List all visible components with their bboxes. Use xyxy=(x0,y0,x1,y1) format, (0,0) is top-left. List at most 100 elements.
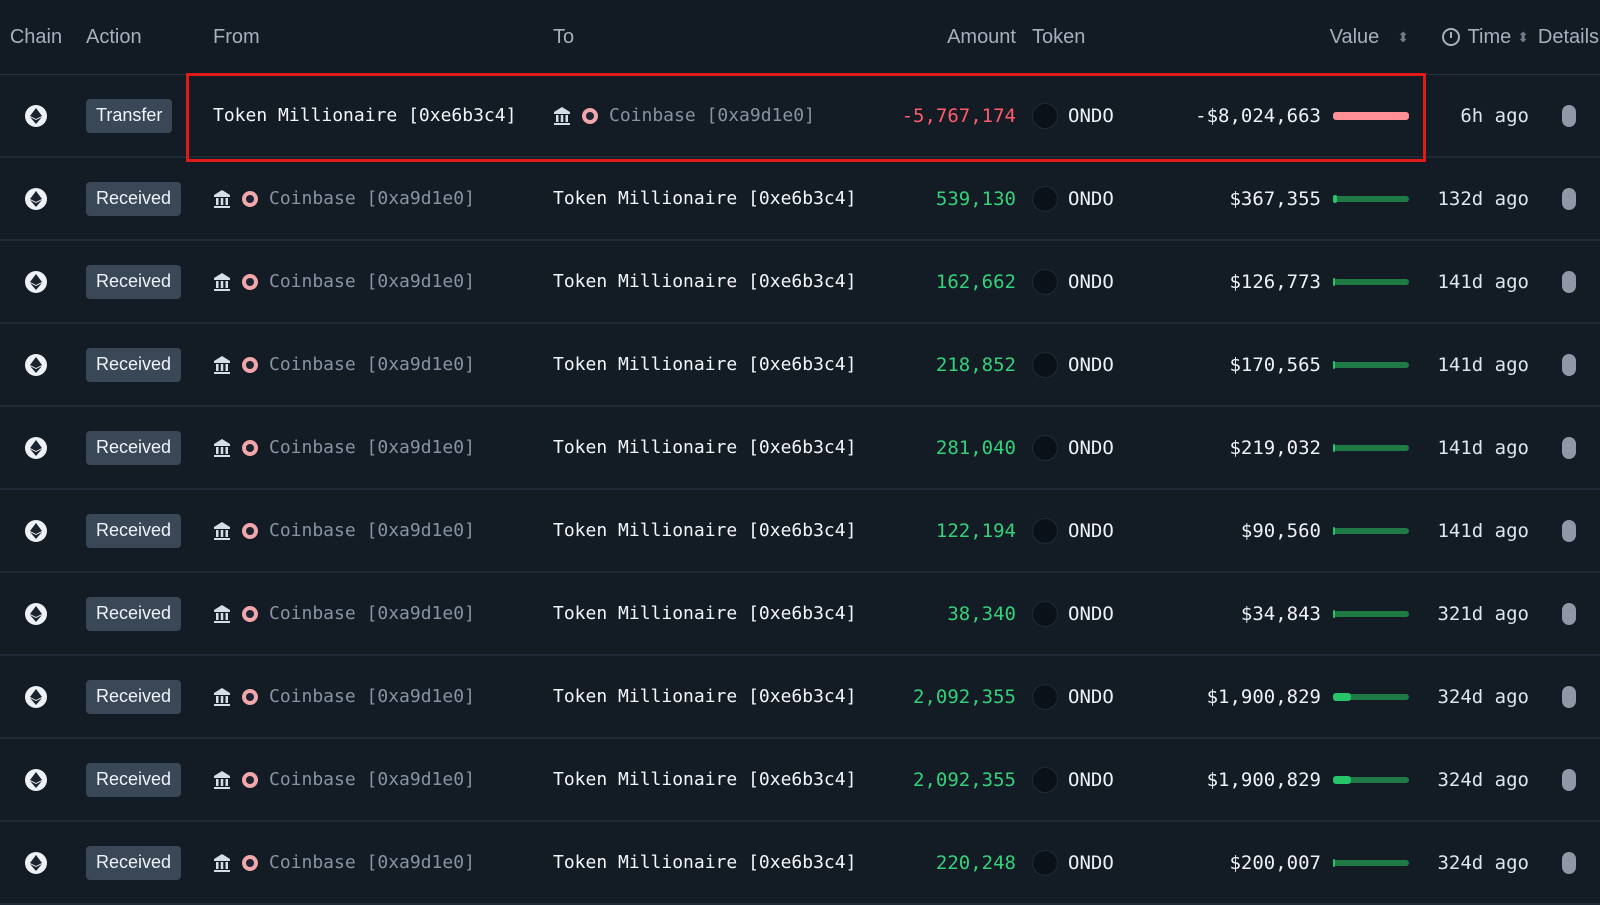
address-label[interactable]: Token Millionaire [0xe6b3c4] xyxy=(553,603,856,624)
details-cell[interactable] xyxy=(1537,187,1600,210)
details-icon[interactable] xyxy=(1561,104,1576,127)
token-cell[interactable]: ONDO xyxy=(1024,683,1189,710)
address-label[interactable]: Coinbase [0xa9d1e0] xyxy=(269,852,475,873)
from-cell[interactable]: Coinbase [0xa9d1e0] xyxy=(197,437,537,458)
to-cell[interactable]: Token Millionaire [0xe6b3c4] xyxy=(537,686,856,707)
to-cell[interactable]: Token Millionaire [0xe6b3c4] xyxy=(537,852,856,873)
table-row[interactable]: Transfer Token Millionaire [0xe6b3c4] Co… xyxy=(0,75,1600,158)
token-cell[interactable]: ONDO xyxy=(1024,102,1189,129)
details-icon[interactable] xyxy=(1561,353,1576,376)
address-label[interactable]: Token Millionaire [0xe6b3c4] xyxy=(553,354,856,375)
details-cell[interactable] xyxy=(1537,270,1600,293)
address-label[interactable]: Token Millionaire [0xe6b3c4] xyxy=(553,686,856,707)
details-cell[interactable] xyxy=(1537,519,1600,542)
header-time[interactable]: Time ⬍ xyxy=(1409,26,1537,49)
details-cell[interactable] xyxy=(1537,436,1600,459)
address-label[interactable]: Coinbase [0xa9d1e0] xyxy=(269,437,475,458)
to-cell[interactable]: Token Millionaire [0xe6b3c4] xyxy=(537,271,856,292)
table-row[interactable]: Received Coinbase [0xa9d1e0] Token Milli… xyxy=(0,324,1600,407)
token-cell[interactable]: ONDO xyxy=(1024,268,1189,295)
details-cell[interactable] xyxy=(1537,768,1600,791)
token-symbol[interactable]: ONDO xyxy=(1068,437,1114,459)
address-label[interactable]: Coinbase [0xa9d1e0] xyxy=(269,271,475,292)
token-cell[interactable]: ONDO xyxy=(1024,766,1189,793)
from-cell[interactable]: Coinbase [0xa9d1e0] xyxy=(197,603,537,624)
details-icon[interactable] xyxy=(1561,685,1576,708)
from-cell[interactable]: Coinbase [0xa9d1e0] xyxy=(197,520,537,541)
address-label[interactable]: Coinbase [0xa9d1e0] xyxy=(269,354,475,375)
header-time-label[interactable]: Time xyxy=(1468,26,1512,49)
details-icon[interactable] xyxy=(1561,851,1576,874)
token-symbol[interactable]: ONDO xyxy=(1068,852,1114,874)
address-label[interactable]: Token Millionaire [0xe6b3c4] xyxy=(213,105,516,126)
from-cell[interactable]: Coinbase [0xa9d1e0] xyxy=(197,769,537,790)
table-row[interactable]: Received Coinbase [0xa9d1e0] Token Milli… xyxy=(0,241,1600,324)
from-cell[interactable]: Coinbase [0xa9d1e0] xyxy=(197,686,537,707)
to-cell[interactable]: Coinbase [0xa9d1e0] xyxy=(537,105,832,126)
from-cell[interactable]: Coinbase [0xa9d1e0] xyxy=(197,271,537,292)
table-row[interactable]: Received Coinbase [0xa9d1e0] Token Milli… xyxy=(0,739,1600,822)
address-label[interactable]: Coinbase [0xa9d1e0] xyxy=(269,686,475,707)
table-row[interactable]: Received Coinbase [0xa9d1e0] Token Milli… xyxy=(0,158,1600,241)
address-label[interactable]: Token Millionaire [0xe6b3c4] xyxy=(553,188,856,209)
details-icon[interactable] xyxy=(1561,270,1576,293)
details-icon[interactable] xyxy=(1561,768,1576,791)
details-icon[interactable] xyxy=(1561,436,1576,459)
to-cell[interactable]: Token Millionaire [0xe6b3c4] xyxy=(537,603,856,624)
token-cell[interactable]: ONDO xyxy=(1024,351,1189,378)
token-symbol[interactable]: ONDO xyxy=(1068,603,1114,625)
time-cell: 132d ago xyxy=(1409,188,1537,210)
address-label[interactable]: Token Millionaire [0xe6b3c4] xyxy=(553,769,856,790)
sort-icon[interactable]: ⬍ xyxy=(1397,29,1409,46)
details-icon[interactable] xyxy=(1561,187,1576,210)
from-cell[interactable]: Coinbase [0xa9d1e0] xyxy=(197,188,537,209)
details-icon[interactable] xyxy=(1561,602,1576,625)
header-value[interactable]: Value ⬍ xyxy=(1189,26,1409,49)
to-cell[interactable]: Token Millionaire [0xe6b3c4] xyxy=(537,769,856,790)
table-row[interactable]: Received Coinbase [0xa9d1e0] Token Milli… xyxy=(0,656,1600,739)
address-label[interactable]: Coinbase [0xa9d1e0] xyxy=(269,520,475,541)
address-label[interactable]: Coinbase [0xa9d1e0] xyxy=(609,105,815,126)
token-cell[interactable]: ONDO xyxy=(1024,517,1189,544)
table-row[interactable]: Received Coinbase [0xa9d1e0] Token Milli… xyxy=(0,822,1600,905)
address-label[interactable]: Coinbase [0xa9d1e0] xyxy=(269,603,475,624)
sort-icon[interactable]: ⬍ xyxy=(1517,29,1529,46)
details-cell[interactable] xyxy=(1537,353,1600,376)
header-value-label[interactable]: Value xyxy=(1330,26,1380,49)
table-row[interactable]: Received Coinbase [0xa9d1e0] Token Milli… xyxy=(0,407,1600,490)
address-label[interactable]: Coinbase [0xa9d1e0] xyxy=(269,188,475,209)
table-row[interactable]: Received Coinbase [0xa9d1e0] Token Milli… xyxy=(0,490,1600,573)
table-row[interactable]: Received Coinbase [0xa9d1e0] Token Milli… xyxy=(0,573,1600,656)
address-label[interactable]: Token Millionaire [0xe6b3c4] xyxy=(553,852,856,873)
token-symbol[interactable]: ONDO xyxy=(1068,105,1114,127)
to-cell[interactable]: Token Millionaire [0xe6b3c4] xyxy=(537,188,856,209)
token-symbol[interactable]: ONDO xyxy=(1068,188,1114,210)
token-cell[interactable]: ONDO xyxy=(1024,600,1189,627)
details-cell[interactable] xyxy=(1537,104,1600,127)
details-cell[interactable] xyxy=(1537,685,1600,708)
ondo-token-icon xyxy=(1032,268,1058,295)
token-cell[interactable]: ONDO xyxy=(1024,849,1189,876)
details-cell[interactable] xyxy=(1537,602,1600,625)
to-cell[interactable]: Token Millionaire [0xe6b3c4] xyxy=(537,354,856,375)
details-cell[interactable] xyxy=(1537,851,1600,874)
token-cell[interactable]: ONDO xyxy=(1024,434,1189,461)
value-amount: $170,565 xyxy=(1229,353,1321,376)
chain-cell xyxy=(0,768,72,791)
address-label[interactable]: Token Millionaire [0xe6b3c4] xyxy=(553,271,856,292)
to-cell[interactable]: Token Millionaire [0xe6b3c4] xyxy=(537,437,856,458)
details-icon[interactable] xyxy=(1561,519,1576,542)
token-symbol[interactable]: ONDO xyxy=(1068,769,1114,791)
address-label[interactable]: Coinbase [0xa9d1e0] xyxy=(269,769,475,790)
token-cell[interactable]: ONDO xyxy=(1024,185,1189,212)
token-symbol[interactable]: ONDO xyxy=(1068,354,1114,376)
address-label[interactable]: Token Millionaire [0xe6b3c4] xyxy=(553,437,856,458)
token-symbol[interactable]: ONDO xyxy=(1068,686,1114,708)
token-symbol[interactable]: ONDO xyxy=(1068,520,1114,542)
address-label[interactable]: Token Millionaire [0xe6b3c4] xyxy=(553,520,856,541)
from-cell[interactable]: Token Millionaire [0xe6b3c4] xyxy=(197,105,537,126)
from-cell[interactable]: Coinbase [0xa9d1e0] xyxy=(197,354,537,375)
to-cell[interactable]: Token Millionaire [0xe6b3c4] xyxy=(537,520,856,541)
from-cell[interactable]: Coinbase [0xa9d1e0] xyxy=(197,852,537,873)
token-symbol[interactable]: ONDO xyxy=(1068,271,1114,293)
